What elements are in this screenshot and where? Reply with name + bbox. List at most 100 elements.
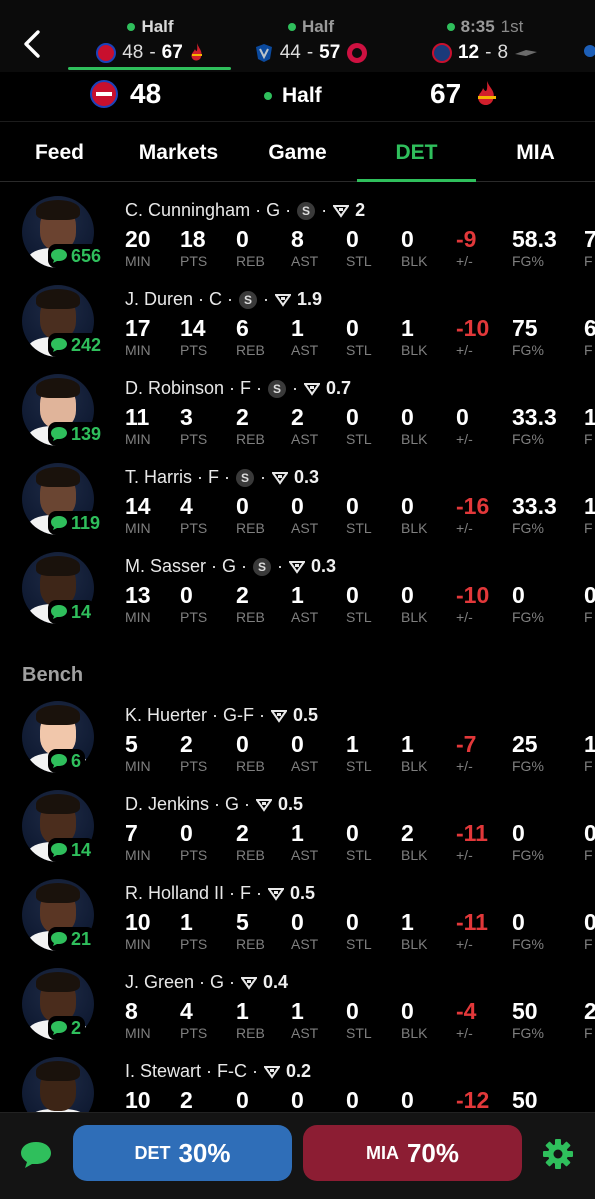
game-chip-det-mia[interactable]: Half 48-67: [78, 14, 223, 70]
stat-label: AST: [291, 609, 319, 625]
stat-value: 0: [346, 582, 359, 608]
player-row[interactable]: 14 D. Jenkins · G · 0.5 7 MIN 0 PTS 2 REB 1 AST 0 ST…: [0, 778, 595, 866]
stat-label: MIN: [125, 431, 151, 447]
tab-det[interactable]: DET: [357, 124, 476, 182]
stat-value: 0: [236, 731, 249, 757]
stat-ast: 8 AST: [291, 226, 351, 270]
tab-markets[interactable]: Markets: [119, 124, 238, 181]
rating-icon: [275, 293, 292, 307]
stat-label: PTS: [180, 342, 208, 358]
live-dot: [127, 23, 136, 31]
stat-value: 0: [346, 315, 359, 341]
stat-value: 0: [401, 998, 414, 1024]
stat-value: 0: [346, 226, 359, 252]
stat-reb: 0REB: [236, 493, 296, 537]
stat-min: 5 MIN: [125, 731, 185, 775]
stat-value: 7: [584, 226, 595, 252]
stat-pts: 4 PTS: [180, 493, 240, 537]
home-score: 67: [161, 42, 183, 63]
comment-count-badge[interactable]: 656: [48, 244, 106, 268]
player-row[interactable]: 21 R. Holland II · F · 0.5 10 MIN 1 PTS 5 REB 0 AS…: [0, 867, 595, 955]
game-status-text: Half: [282, 84, 322, 107]
chat-bubble-icon: [51, 338, 67, 352]
stat-label: FG%: [512, 342, 544, 358]
player-row[interactable]: 119 T. Harris · F · S · 0.3 14 MIN 4 PTS 0 REB 0 AST…: [0, 451, 595, 539]
mia-percentage: 70%: [406, 1137, 460, 1168]
player-row[interactable]: I. Stewart · F-C · 0.2 10MIN2PTS0REB0AST0S…: [0, 1045, 595, 1112]
stat-reb: 6 REB: [236, 315, 296, 359]
stat-value: 0: [456, 404, 469, 430]
stat-label: AST: [291, 1025, 319, 1041]
stat-: -9 +/-: [456, 226, 516, 270]
away-score: 48: [122, 42, 144, 63]
det-percentage: 30%: [178, 1137, 231, 1168]
stat-blk: 0BLK: [401, 404, 461, 448]
stat-value: 1: [401, 909, 414, 935]
comment-count-badge[interactable]: 6: [48, 749, 86, 773]
starter-badge: S: [253, 557, 272, 576]
chat-icon[interactable]: [18, 1137, 54, 1173]
stat-label: STL: [346, 1025, 372, 1041]
game-status: 8:35: [460, 17, 495, 36]
stat-reb: 2 REB: [236, 404, 296, 448]
back-button[interactable]: [16, 26, 48, 62]
stat-value: 0: [584, 820, 595, 846]
stat-fg: 0 FG%: [512, 820, 572, 864]
mia-win-button[interactable]: MIA 70%: [303, 1125, 522, 1181]
stat-value: 75: [512, 315, 538, 341]
stat-value: -11: [456, 820, 488, 846]
stat-label: AST: [291, 936, 319, 952]
rating-icon: [264, 1065, 281, 1079]
stat-value: 0: [512, 820, 525, 846]
chevron-left-icon: [24, 30, 40, 58]
stat-value: 14: [180, 315, 206, 341]
comment-count-badge[interactable]: 119: [48, 511, 105, 535]
comment-count-badge[interactable]: 2: [48, 1016, 86, 1040]
stat-fg: 75 FG%: [512, 315, 572, 359]
stat-label: PTS: [180, 936, 208, 952]
stat-label: MIN: [125, 520, 151, 536]
stat-pts: 0 PTS: [180, 820, 240, 864]
game-chip-was-nop[interactable]: 8:35 1st 12-8: [420, 14, 550, 70]
stat-stl: 0STL: [346, 226, 406, 270]
tab-mia[interactable]: MIA: [476, 124, 595, 181]
player-row[interactable]: 139 D. Robinson · F · S · 0.7 11 MIN 3 PTS 2 REB 2 A…: [0, 362, 595, 450]
gear-icon[interactable]: [540, 1136, 576, 1172]
stat-label: PTS: [180, 1025, 208, 1041]
player-row[interactable]: 2 J. Green · G · 0.4 8 MIN 4 PTS 1 REB 1 AST 0 STL 0 B…: [0, 956, 595, 1044]
stat-: -10 +/-: [456, 315, 516, 359]
stat-blk: 1 BLK: [401, 909, 461, 953]
tab-game[interactable]: Game: [238, 124, 357, 181]
stat-value: 0: [180, 820, 193, 846]
det-win-button[interactable]: DET 30%: [73, 1125, 292, 1181]
away-score: 12: [457, 42, 480, 63]
stat-reb: 0REB: [236, 226, 296, 270]
stat-stl: 0STL: [346, 909, 406, 953]
starter-badge: S: [268, 379, 287, 398]
comment-count-badge[interactable]: 21: [48, 927, 96, 951]
player-row[interactable]: 6 K. Huerter · G-F · 0.5 5 MIN 2 PTS 0 REB 0 AST 1 S…: [0, 689, 595, 777]
comment-count: 14: [71, 839, 92, 860]
stat-label: AST: [291, 758, 319, 774]
game-status: Half: [301, 17, 335, 36]
stat-reb: 0REB: [236, 731, 296, 775]
game-chip-dal-tor[interactable]: Half 44-57: [246, 14, 376, 70]
player-row[interactable]: 656 C. Cunningham · G · S · 2 20 MIN 18 PTS 0 REB 8…: [0, 184, 595, 272]
stat-label: REB: [236, 342, 265, 358]
stat-blk: 1 BLK: [401, 731, 461, 775]
player-row[interactable]: 14 M. Sasser · G · S · 0.3 13 MIN 0 PTS 2 REB 1 AST 0…: [0, 540, 595, 628]
tab-feed[interactable]: Feed: [0, 124, 119, 181]
player-row[interactable]: 242 J. Duren · C · S · 1.9 17 MIN 14 PTS 6 REB 1 AST…: [0, 273, 595, 361]
comment-count-badge[interactable]: 242: [48, 333, 106, 357]
comment-count-badge[interactable]: 14: [48, 600, 96, 624]
stat-value: 2: [291, 404, 304, 430]
stat-value: 0: [346, 820, 359, 846]
comment-count-badge[interactable]: 139: [48, 422, 106, 446]
stat-pts: 2PTS: [180, 1087, 240, 1112]
pelicans-logo-icon: [515, 50, 538, 56]
stat-label: REB: [236, 758, 265, 774]
stat-value: 0: [291, 731, 304, 757]
comment-count-badge[interactable]: 14: [48, 838, 96, 862]
stat-reb: 2 REB: [236, 820, 296, 864]
stat-label: MIN: [125, 609, 151, 625]
